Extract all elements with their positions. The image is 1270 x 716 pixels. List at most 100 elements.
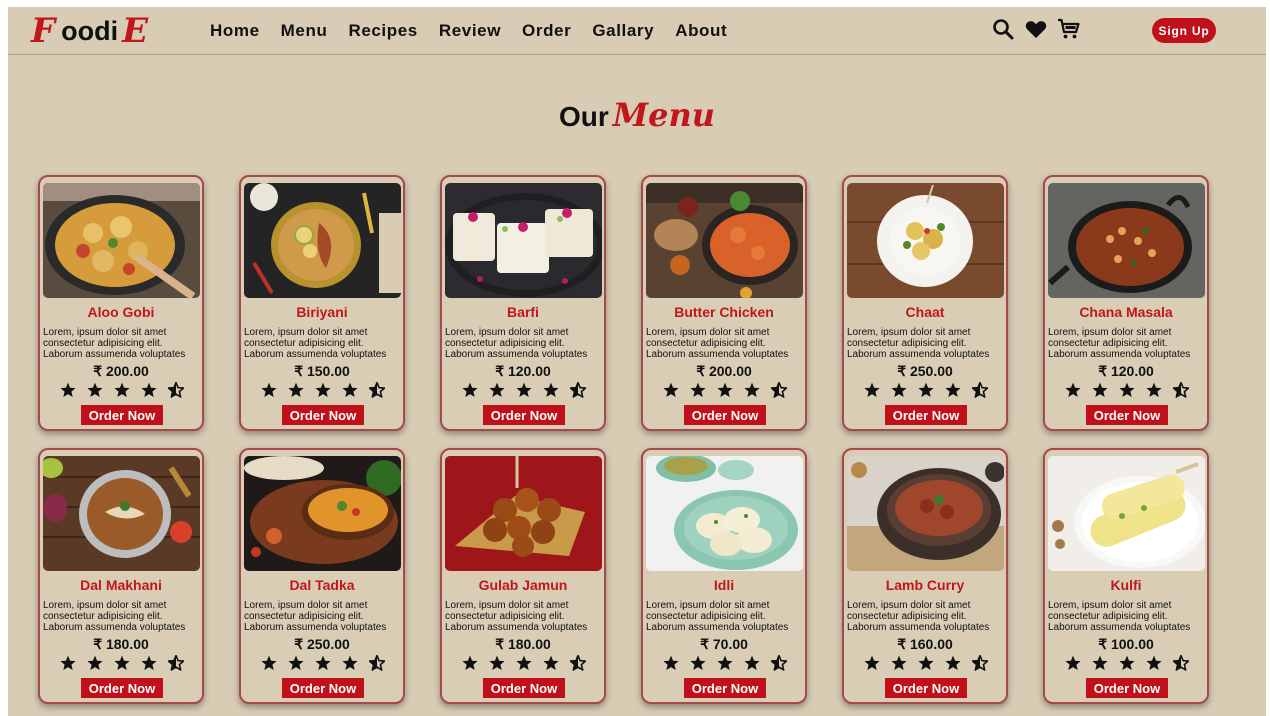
order-now-button[interactable]: Order Now <box>483 405 565 425</box>
biriyani-image <box>244 183 401 298</box>
description-line: Laborum assumenda voluptates <box>847 349 990 360</box>
rating-stars <box>462 654 587 676</box>
menu-item-name: Idli <box>713 577 735 593</box>
star-half-icon <box>167 381 185 403</box>
sign-up-button[interactable]: Sign Up <box>1152 18 1216 43</box>
star-icon <box>717 655 733 676</box>
description-line: consectetur adipisicing elit. <box>244 338 364 349</box>
star-icon <box>663 382 679 403</box>
page-frame: F oodi E Home Menu Recipes Review Order … <box>8 7 1266 716</box>
star-icon <box>288 655 304 676</box>
section-title: Our Menu <box>8 93 1266 139</box>
description-line: Lorem, ipsum dolor sit amet <box>244 600 368 611</box>
star-icon <box>918 382 934 403</box>
nav-link-order[interactable]: Order <box>522 21 571 41</box>
description-line: consectetur adipisicing elit. <box>1048 338 1168 349</box>
star-icon <box>690 382 706 403</box>
star-icon <box>945 382 961 403</box>
section-title-plain: Our <box>558 101 609 132</box>
rating-stars <box>462 381 587 403</box>
star-half-icon <box>167 654 185 676</box>
menu-item-description: Lorem, ipsum dolor sit amet consectetur a… <box>43 327 201 360</box>
nav-link-review[interactable]: Review <box>439 21 501 41</box>
star-icon <box>462 382 478 403</box>
star-icon <box>864 382 880 403</box>
menu-item-price: ₹ 100.00 <box>1098 636 1154 652</box>
order-now-button[interactable]: Order Now <box>684 678 766 698</box>
order-now-button[interactable]: Order Now <box>885 678 967 698</box>
nav-link-gallary[interactable]: Gallary <box>592 21 654 41</box>
star-icon <box>87 382 103 403</box>
order-now-button[interactable]: Order Now <box>81 678 163 698</box>
description-line: Laborum assumenda voluptates <box>847 622 990 633</box>
menu-item-description: Lorem, ipsum dolor sit amet consectetur a… <box>445 600 603 633</box>
rating-stars <box>663 654 788 676</box>
order-now-button[interactable]: Order Now <box>1086 678 1168 698</box>
description-line: Laborum assumenda voluptates <box>646 622 789 633</box>
menu-item-name: Chana Masala <box>1079 304 1173 320</box>
menu-item-description: Lorem, ipsum dolor sit amet consectetur a… <box>43 600 201 633</box>
menu-item-name: Butter Chicken <box>674 304 774 320</box>
dal-makhani-image <box>43 456 200 571</box>
order-now-button[interactable]: Order Now <box>282 678 364 698</box>
menu-item-description: Lorem, ipsum dolor sit amet consectetur a… <box>646 600 804 633</box>
star-half-icon <box>770 654 788 676</box>
star-half-icon <box>1172 381 1190 403</box>
rating-stars <box>60 381 185 403</box>
nav-link-menu[interactable]: Menu <box>281 21 328 41</box>
order-now-button[interactable]: Order Now <box>282 405 364 425</box>
menu-card: Gulab Jamun Lorem, ipsum dolor sit amet co… <box>440 448 606 704</box>
star-half-icon <box>368 381 386 403</box>
description-line: consectetur adipisicing elit. <box>847 338 967 349</box>
description-line: Laborum assumenda voluptates <box>244 622 387 633</box>
nav-link-about[interactable]: About <box>675 21 727 41</box>
menu-card: Chaat Lorem, ipsum dolor sit amet consecte… <box>842 175 1008 431</box>
star-half-icon <box>971 654 989 676</box>
logo-text: oodi <box>61 15 119 46</box>
star-icon <box>1119 382 1135 403</box>
cart-icon[interactable] <box>1057 17 1081 41</box>
star-icon <box>891 382 907 403</box>
description-line: Laborum assumenda voluptates <box>646 349 789 360</box>
menu-item-price: ₹ 200.00 <box>696 363 752 379</box>
star-icon <box>1065 655 1081 676</box>
nav-link-home[interactable]: Home <box>210 21 260 41</box>
description-line: consectetur adipisicing elit. <box>646 611 766 622</box>
star-icon <box>315 655 331 676</box>
star-icon <box>690 655 706 676</box>
order-now-button[interactable]: Order Now <box>1086 405 1168 425</box>
star-icon <box>1146 655 1162 676</box>
search-icon[interactable] <box>991 17 1015 41</box>
menu-card: Kulfi Lorem, ipsum dolor sit amet consecte… <box>1043 448 1209 704</box>
idli-image <box>646 456 803 571</box>
order-now-button[interactable]: Order Now <box>483 678 565 698</box>
menu-item-price: ₹ 250.00 <box>897 363 953 379</box>
nav-link-recipes[interactable]: Recipes <box>348 21 417 41</box>
order-now-button[interactable]: Order Now <box>81 405 163 425</box>
star-icon <box>60 655 76 676</box>
order-now-button[interactable]: Order Now <box>684 405 766 425</box>
rating-stars <box>261 654 386 676</box>
description-line: Laborum assumenda voluptates <box>445 349 588 360</box>
description-line: Lorem, ipsum dolor sit amet <box>445 600 569 611</box>
menu-item-price: ₹ 160.00 <box>897 636 953 652</box>
description-line: Lorem, ipsum dolor sit amet <box>445 327 569 338</box>
menu-item-price: ₹ 70.00 <box>700 636 748 652</box>
star-icon <box>261 655 277 676</box>
star-icon <box>717 382 733 403</box>
description-line: consectetur adipisicing elit. <box>445 338 565 349</box>
aloo-gobi-image <box>43 183 200 298</box>
star-icon <box>891 655 907 676</box>
kulfi-image <box>1048 456 1205 571</box>
brand-logo[interactable]: F oodi E <box>31 11 148 51</box>
menu-card: Aloo Gobi Lorem, ipsum dolor sit amet cons… <box>38 175 204 431</box>
description-line: Lorem, ipsum dolor sit amet <box>847 327 971 338</box>
menu-card: Biriyani Lorem, ipsum dolor sit amet conse… <box>239 175 405 431</box>
description-line: consectetur adipisicing elit. <box>43 338 163 349</box>
heart-icon[interactable] <box>1024 17 1048 41</box>
star-icon <box>1146 382 1162 403</box>
description-line: Lorem, ipsum dolor sit amet <box>43 327 167 338</box>
order-now-button[interactable]: Order Now <box>885 405 967 425</box>
rating-stars <box>663 381 788 403</box>
menu-item-description: Lorem, ipsum dolor sit amet consectetur a… <box>244 327 402 360</box>
